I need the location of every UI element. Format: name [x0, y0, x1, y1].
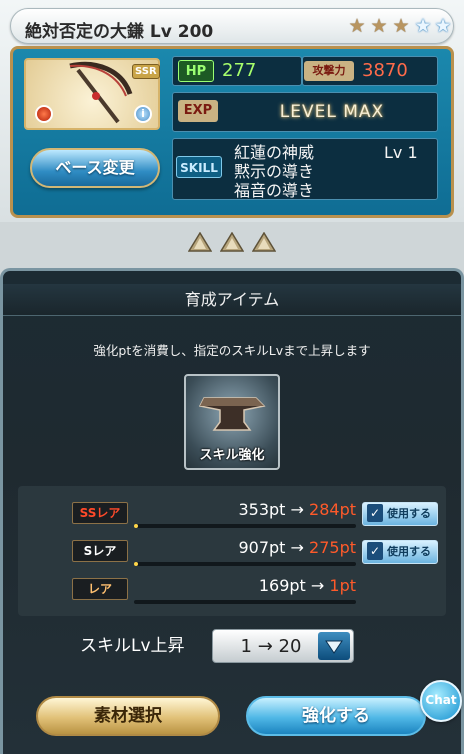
use-button-ss[interactable]: ✓ 使用する [362, 502, 438, 526]
arrow-icon: → [290, 538, 304, 557]
pt-after: 1pt [329, 576, 356, 595]
pt-after: 275pt [309, 538, 356, 557]
progress-bar-s [134, 562, 356, 566]
skill-label: SKILL [176, 156, 222, 178]
skill-level-range: 1 → 20 [240, 636, 302, 657]
enhance-button[interactable]: 強化する [246, 696, 426, 736]
chat-button[interactable]: Chat [420, 680, 462, 722]
base-change-button[interactable]: ベース変更 [30, 148, 160, 188]
pt-row-r: 169pt → 1pt [126, 576, 356, 595]
uncap-star-icon: ★ [370, 15, 388, 37]
panel-description: 強化ptを消費し、指定のスキルLvまで上昇します [93, 343, 371, 358]
attack-label: 攻撃力 [304, 61, 354, 81]
skill-name: 福音の導き [234, 181, 315, 200]
skill-name: 黙示の導き [234, 162, 315, 181]
pt-current: 907pt [238, 538, 286, 557]
rarity-tag-s: Sレア [72, 540, 128, 562]
weapon-card: 絶対否定の大鎌 Lv 200 ★ ★ ★ ★ ★ SSR i HP 277 攻撃… [0, 0, 464, 222]
check-icon: ✓ [367, 504, 383, 522]
hp-value: 277 [222, 60, 257, 81]
arrow-icon: → [310, 576, 325, 595]
pt-after: 284pt [309, 500, 356, 519]
weapon-title-bar: 絶対否定の大鎌 Lv 200 ★ ★ ★ ★ ★ [10, 8, 454, 44]
material-select-button[interactable]: 素材選択 [36, 696, 220, 736]
info-icon[interactable]: i [134, 105, 152, 123]
pt-current: 353pt [238, 500, 286, 519]
ascension-triangle-icon [188, 232, 212, 252]
check-icon: ✓ [367, 542, 383, 560]
arrow-icon: → [290, 500, 304, 519]
attack-value: 3870 [362, 60, 408, 81]
exp-label: EXP [178, 100, 218, 122]
ascension-triangle-icon [220, 232, 244, 252]
uncap-star-icon: ★ [414, 15, 432, 37]
progress-bar-ss [134, 524, 356, 528]
pt-current: 169pt [258, 576, 306, 595]
rarity-tag-ss: SSレア [72, 502, 128, 524]
anvil-icon [198, 397, 266, 431]
pt-row-ss: 353pt → 284pt [126, 500, 356, 519]
uncap-star-icon: ★ [434, 15, 452, 37]
hp-label: HP [178, 60, 214, 82]
uncap-star-icon: ★ [348, 15, 366, 37]
level-max-text: LEVEL MAX [279, 102, 385, 122]
skill-enhance-label: スキル強化 [199, 448, 265, 463]
weapon-name: 絶対否定の大鎌 Lv 200 [25, 22, 214, 42]
fire-element-icon [35, 105, 53, 123]
rarity-badge: SSR [132, 64, 160, 79]
dropdown-icon[interactable] [318, 632, 350, 660]
skill-name: 紅蓮の神威 [234, 143, 315, 162]
skill-level-up-label: スキルLv上昇 [80, 636, 185, 656]
uncap-star-icon: ★ [392, 15, 410, 37]
rarity-tag-r: レア [72, 578, 128, 600]
progress-bar-r [134, 600, 356, 604]
ascension-triangle-icon [252, 232, 276, 252]
pt-row-s: 907pt → 275pt [126, 538, 356, 557]
skill-level: Lv 1 [384, 143, 418, 162]
panel-title: 育成アイテム [184, 290, 280, 309]
use-button-s[interactable]: ✓ 使用する [362, 540, 438, 564]
